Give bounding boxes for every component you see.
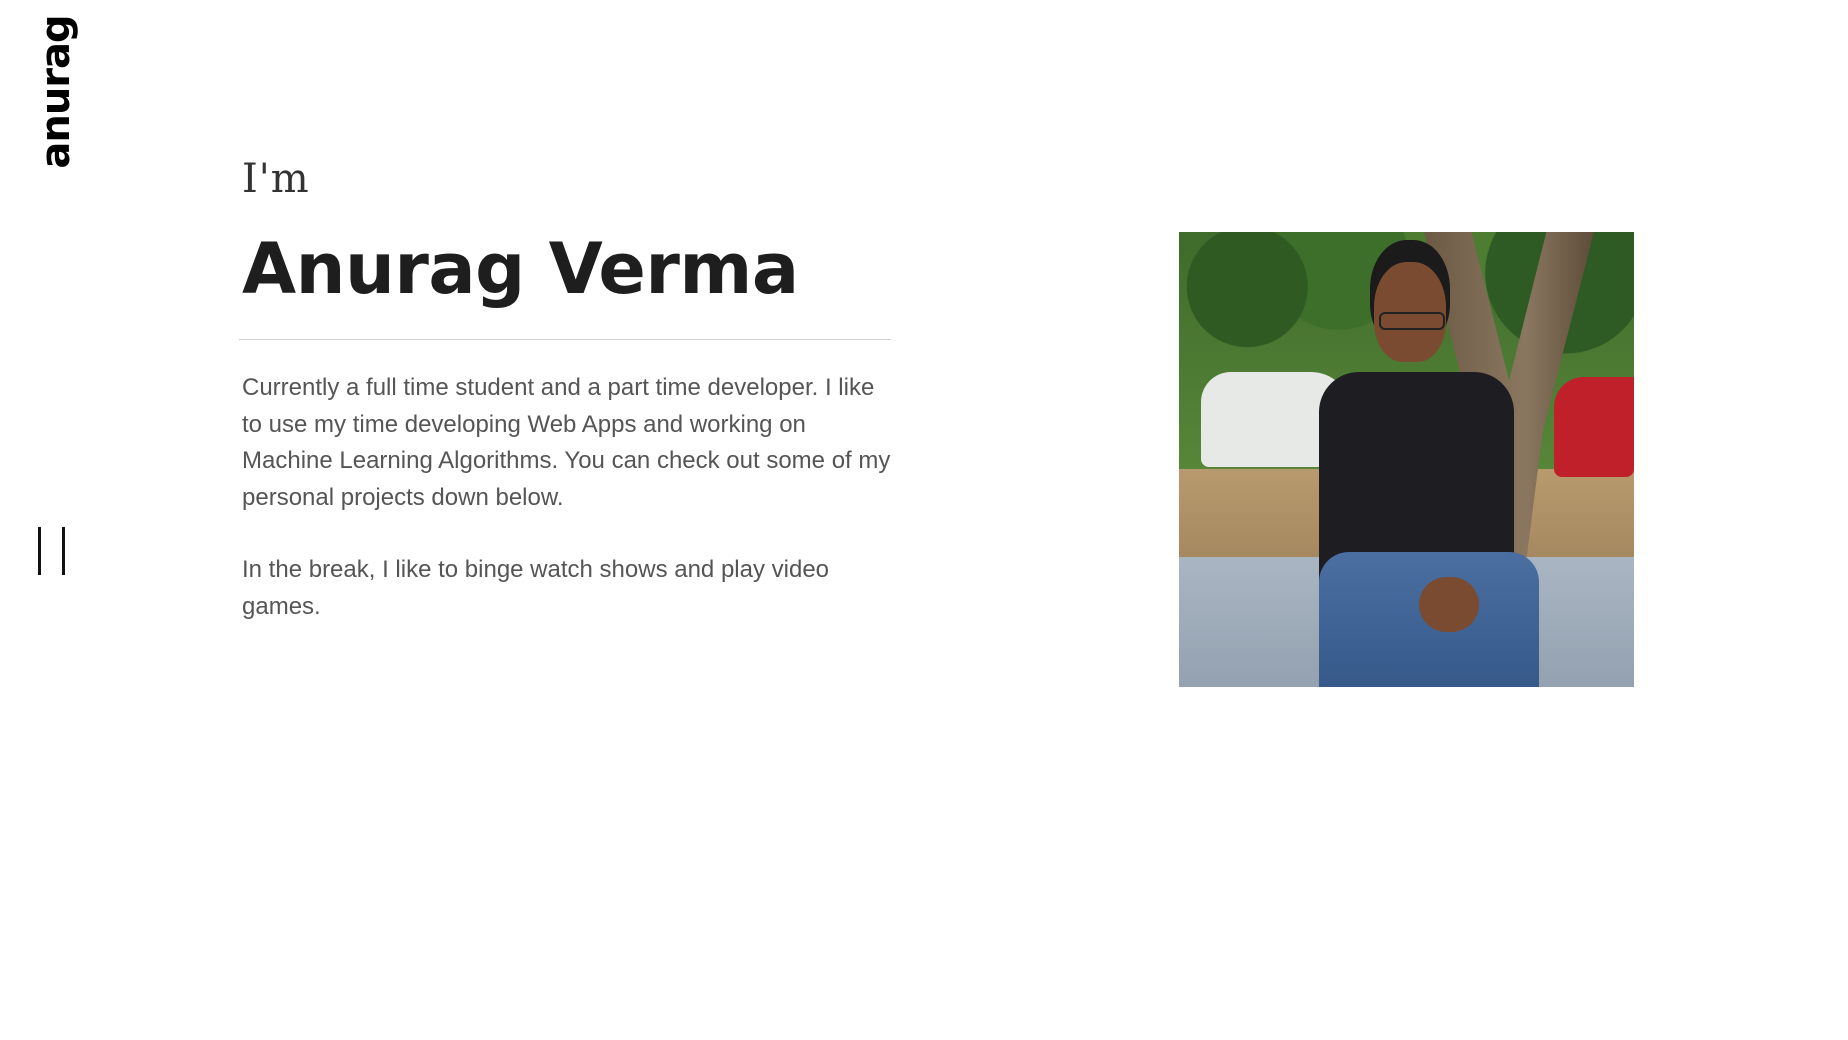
photo-car-red: [1554, 377, 1634, 477]
person-name: Anurag Verma: [242, 228, 799, 310]
intro-label: I'm: [242, 156, 310, 202]
brand-logo-text: anurag: [33, 15, 79, 169]
bio: Currently a full time student and a part…: [242, 370, 892, 625]
photo-person-hands: [1419, 577, 1479, 632]
menu-toggle-bar-right: [62, 527, 65, 575]
photo-person-glasses: [1379, 312, 1445, 330]
bio-paragraph-1: Currently a full time student and a part…: [242, 374, 891, 511]
intro-section: I'm Anurag Verma Currently a full time s…: [239, 155, 892, 661]
menu-toggle-bar-left: [38, 527, 41, 575]
bio-paragraph-2: In the break, I like to binge watch show…: [242, 556, 830, 620]
profile-photo: [1179, 232, 1634, 687]
brand-logo[interactable]: anurag: [28, 12, 84, 172]
divider: [239, 339, 891, 340]
menu-toggle-icon[interactable]: [34, 527, 70, 575]
